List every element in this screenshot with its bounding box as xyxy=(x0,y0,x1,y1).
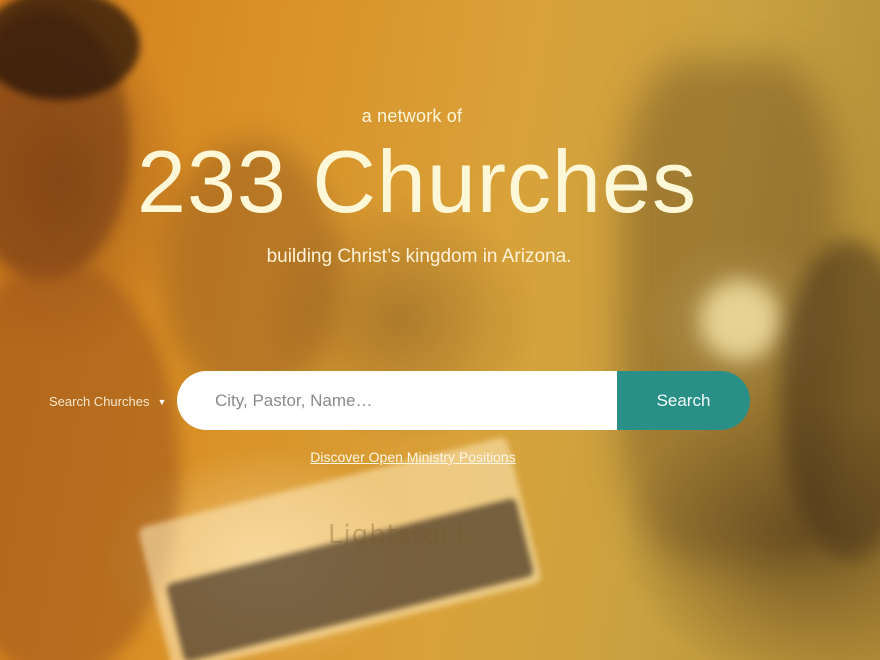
search-button[interactable]: Search xyxy=(617,371,750,430)
hero-subtitle: building Christ’s kingdom in Arizona. xyxy=(266,246,572,267)
search-type-label: Search Churches xyxy=(49,394,150,409)
search-type-dropdown[interactable]: Search Churches ▼ xyxy=(49,394,166,409)
discover-link-container: Discover Open Ministry Positions xyxy=(0,449,826,465)
discover-positions-link[interactable]: Discover Open Ministry Positions xyxy=(310,449,515,465)
background-photo-light xyxy=(700,280,780,360)
caret-down-icon: ▼ xyxy=(157,396,167,407)
watermark: Lightstock xyxy=(328,520,472,550)
search-input[interactable] xyxy=(177,371,617,430)
hero-section: Lightstock a network of 233 Churches bui… xyxy=(0,0,880,660)
hero-kicker: a network of xyxy=(361,106,463,126)
hero-title: 233 Churches xyxy=(137,132,697,231)
